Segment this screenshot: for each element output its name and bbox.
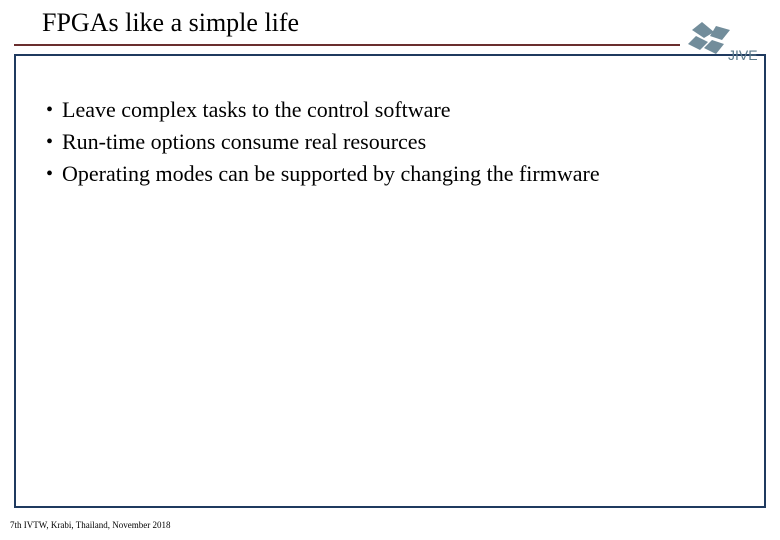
bullet-marker: • <box>42 160 62 188</box>
bottom-border <box>14 506 766 508</box>
footer-text: 7th IVTW, Krabi, Thailand, November 2018 <box>10 520 170 530</box>
title-underline <box>14 44 680 46</box>
slide-title: FPGAs like a simple life <box>42 8 680 38</box>
right-border <box>764 54 766 508</box>
title-area: FPGAs like a simple life <box>42 8 680 48</box>
jive-logo: JIVE <box>682 18 762 74</box>
footer-sup: 7th <box>10 520 22 530</box>
bullet-marker: • <box>42 128 62 156</box>
bullet-text: Run-time options consume real resources <box>62 128 426 156</box>
bullet-text: Leave complex tasks to the control softw… <box>62 96 451 124</box>
left-border <box>14 54 16 508</box>
footer-rest: IVTW, Krabi, Thailand, November 2018 <box>22 520 171 530</box>
logo-text-svg: JIVE <box>728 47 758 63</box>
bullet-text: Operating modes can be supported by chan… <box>62 160 600 188</box>
top-border <box>14 54 766 56</box>
slide: FPGAs like a simple life JIVE • Leave co… <box>0 0 780 540</box>
bullet-item: • Leave complex tasks to the control sof… <box>42 96 720 124</box>
bullet-marker: • <box>42 96 62 124</box>
bullet-item: • Run-time options consume real resource… <box>42 128 720 156</box>
bullet-item: • Operating modes can be supported by ch… <box>42 160 720 188</box>
content-area: • Leave complex tasks to the control sof… <box>42 96 720 192</box>
